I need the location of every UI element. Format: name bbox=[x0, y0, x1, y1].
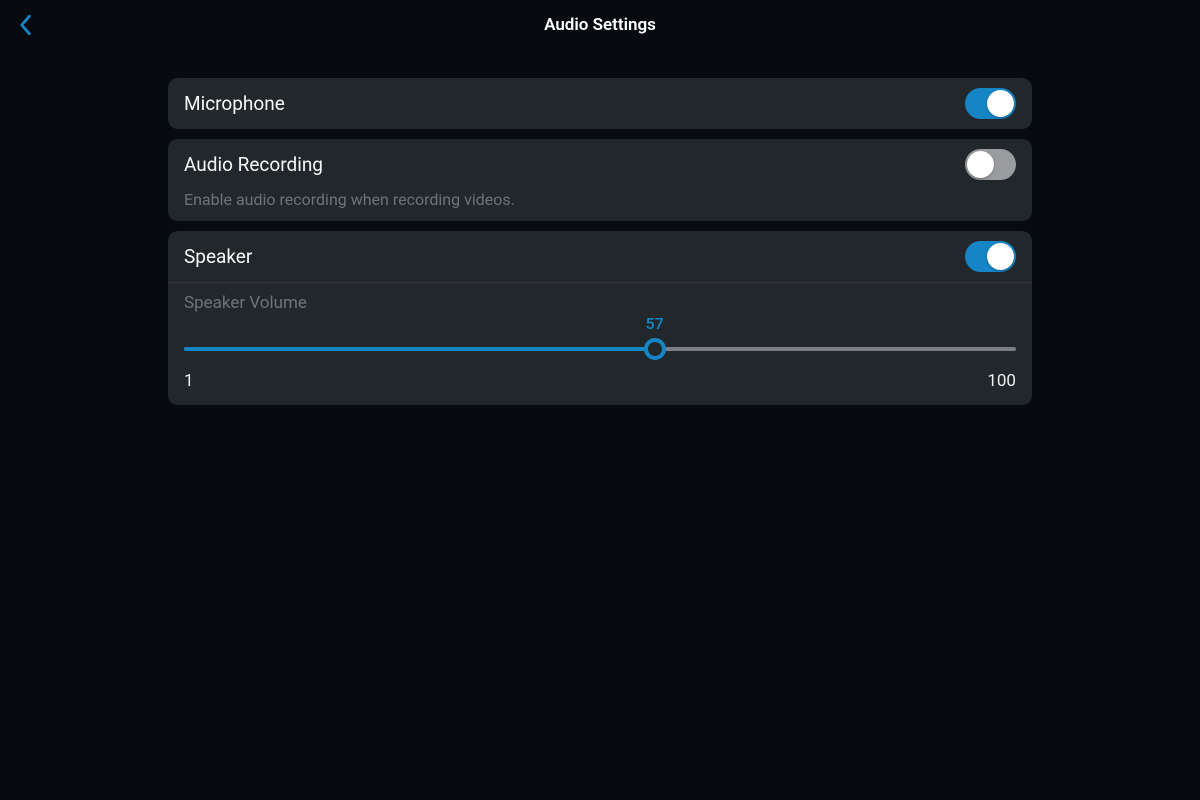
microphone-toggle[interactable] bbox=[965, 88, 1016, 119]
microphone-row: Microphone bbox=[168, 78, 1032, 129]
settings-content: Microphone Audio Recording Enable audio … bbox=[0, 50, 1200, 405]
audio-recording-description: Enable audio recording when recording vi… bbox=[168, 190, 1032, 221]
slider-min-label: 1 bbox=[184, 371, 194, 391]
slider-range-labels: 1 100 bbox=[184, 371, 1016, 391]
back-button[interactable] bbox=[10, 10, 40, 40]
audio-recording-row: Audio Recording bbox=[168, 139, 1032, 190]
speaker-row: Speaker bbox=[168, 231, 1032, 282]
toggle-knob bbox=[987, 90, 1014, 117]
speaker-label: Speaker bbox=[184, 245, 252, 268]
microphone-card: Microphone bbox=[168, 78, 1032, 129]
speaker-toggle[interactable] bbox=[965, 241, 1016, 272]
audio-recording-toggle[interactable] bbox=[965, 149, 1016, 180]
toggle-knob bbox=[967, 151, 994, 178]
speaker-volume-label: Speaker Volume bbox=[184, 293, 1016, 313]
page-title: Audio Settings bbox=[544, 15, 656, 35]
audio-recording-label: Audio Recording bbox=[184, 153, 323, 176]
header: Audio Settings bbox=[0, 0, 1200, 50]
microphone-label: Microphone bbox=[184, 92, 285, 115]
speaker-card: Speaker Speaker Volume 57 1 100 bbox=[168, 231, 1032, 405]
audio-recording-card: Audio Recording Enable audio recording w… bbox=[168, 139, 1032, 221]
slider-thumb[interactable] bbox=[644, 338, 666, 360]
slider-max-label: 100 bbox=[987, 371, 1016, 391]
speaker-volume-section: Speaker Volume 57 1 100 bbox=[168, 283, 1032, 405]
slider-fill bbox=[184, 347, 655, 351]
toggle-knob bbox=[987, 243, 1014, 270]
speaker-volume-slider[interactable]: 57 bbox=[184, 337, 1016, 361]
speaker-volume-value: 57 bbox=[646, 314, 664, 333]
chevron-left-icon bbox=[18, 14, 32, 36]
